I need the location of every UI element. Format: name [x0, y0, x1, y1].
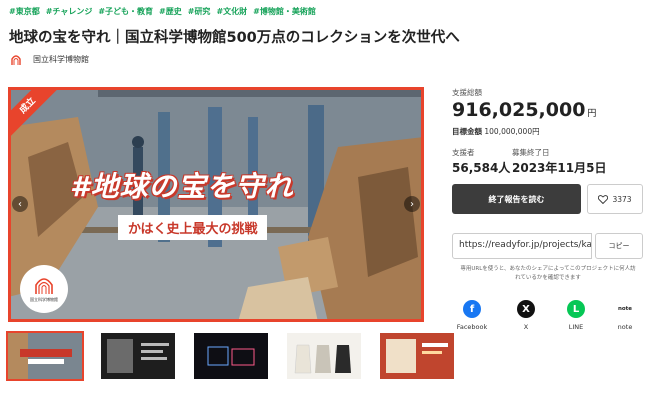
- favorite-button[interactable]: 3373: [587, 184, 643, 214]
- share-label: LINE: [568, 323, 584, 331]
- tag-link[interactable]: #研究: [188, 6, 211, 17]
- thumbnail-image: [101, 333, 175, 379]
- badge-label: 国立科学博物館: [30, 297, 58, 302]
- goal-value: 100,000,000円: [484, 127, 540, 136]
- carousel-prev-button[interactable]: ‹: [12, 196, 28, 212]
- tag-link[interactable]: #歴史: [159, 6, 182, 17]
- chevron-left-icon: ‹: [18, 198, 22, 210]
- goal-label: 目標金額: [452, 127, 482, 136]
- owner-name: 国立科学博物館: [33, 54, 89, 64]
- goal-amount: 目標金額 100,000,000円: [452, 126, 540, 137]
- end-date-label: 募集終了日: [512, 148, 550, 157]
- total-amount: 916,025,000 円: [452, 99, 596, 121]
- thumbnail-strip: [6, 331, 454, 381]
- share-note-button[interactable]: note note: [605, 300, 645, 331]
- hero-headline: #地球の宝を守れ: [70, 170, 294, 203]
- carousel-next-button[interactable]: ›: [404, 196, 420, 212]
- museum-logo-icon: [11, 55, 21, 65]
- heart-icon: [598, 194, 609, 204]
- total-label: 支援総額: [452, 88, 482, 97]
- share-label: Facebook: [456, 323, 488, 331]
- thumbnail-image: [380, 333, 454, 379]
- hero-subheadline: かはく史上最大の挑戦: [118, 215, 268, 240]
- favorite-count: 3373: [612, 194, 632, 204]
- share-url-field[interactable]: https://readyfor.jp/projects/kahaku2023: [452, 233, 592, 259]
- page-title: 地球の宝を守れ｜国立科学博物館500万点のコレクションを次世代へ: [9, 30, 460, 46]
- tag-link[interactable]: #博物館・美術館: [253, 6, 316, 17]
- end-date-value: 2023年11月5日: [512, 161, 607, 175]
- tag-link[interactable]: #チャレンジ: [46, 6, 93, 17]
- share-note: 専用URLを使うと、あなたのシェアによってこのプロジェクトに何人訪れているかを確…: [460, 266, 636, 281]
- thumbnail-1[interactable]: [6, 331, 84, 381]
- thumbnail-5[interactable]: [380, 333, 454, 379]
- copy-url-button[interactable]: コピー: [595, 233, 643, 259]
- tag-link[interactable]: #東京都: [9, 6, 40, 17]
- x-icon: X: [517, 300, 535, 318]
- share-x-button[interactable]: X X: [506, 300, 546, 331]
- thumbnail-3[interactable]: [194, 333, 268, 379]
- note-icon: note: [616, 300, 634, 318]
- hero-image[interactable]: 成立 #地球の宝を守れ かはく史上最大の挑戦 国立科学博物館 ‹ ›: [8, 87, 424, 322]
- supporters-label: 支援者: [452, 148, 475, 157]
- read-report-button[interactable]: 終了報告を読む: [452, 184, 581, 214]
- chevron-right-icon: ›: [410, 198, 414, 210]
- project-owner[interactable]: 国立科学博物館: [9, 52, 89, 66]
- line-icon: L: [567, 300, 585, 318]
- museum-badge: 国立科学博物館: [20, 265, 68, 313]
- facebook-icon: f: [463, 300, 481, 318]
- thumbnail-image: [287, 333, 361, 379]
- tag-link[interactable]: #文化財: [216, 6, 247, 17]
- share-label: X: [523, 323, 529, 331]
- share-line-button[interactable]: L LINE: [556, 300, 596, 331]
- supporters-value: 56,584人: [452, 161, 511, 175]
- share-label: note: [617, 323, 633, 331]
- total-value: 916,025,000: [452, 99, 586, 121]
- share-facebook-button[interactable]: f Facebook: [452, 300, 492, 331]
- thumbnail-4[interactable]: [287, 333, 361, 379]
- museum-arch-icon: [35, 278, 53, 294]
- total-unit: 円: [587, 109, 597, 119]
- tag-link[interactable]: #子ども・教育: [98, 6, 153, 17]
- thumbnail-image: [8, 333, 82, 379]
- tag-list: #東京都 #チャレンジ #子ども・教育 #歴史 #研究 #文化財 #博物館・美術…: [9, 6, 316, 17]
- thumbnail-2[interactable]: [101, 333, 175, 379]
- thumbnail-image: [194, 333, 268, 379]
